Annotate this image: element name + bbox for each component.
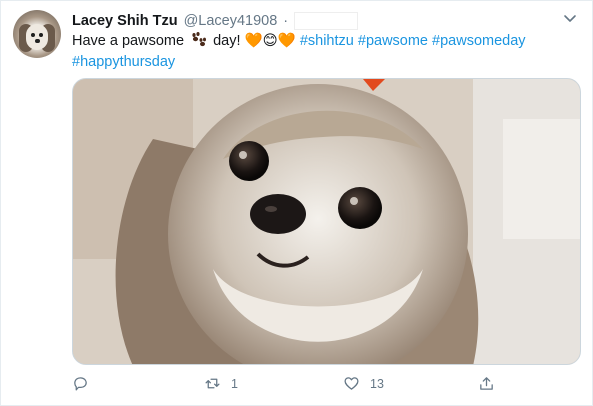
retweet-icon (205, 378, 220, 389)
orange-heart-emoji: 🧡 (244, 33, 263, 49)
hashtag-pawsomeday[interactable]: #pawsomeday (432, 33, 526, 49)
separator: · (283, 13, 289, 29)
tweet-text: Have a pawsome day! 🧡😊🧡 #shihtzu #pawsom… (72, 31, 572, 73)
like-count: 13 (370, 376, 384, 391)
hashtag-happythursday[interactable]: #happythursday (72, 54, 175, 70)
share-icon (480, 377, 493, 390)
author-handle[interactable]: @Lacey41908 (184, 13, 278, 29)
tweet-actions: 1 13 (72, 375, 512, 395)
tweet-card[interactable]: Lacey Shih Tzu @Lacey41908 · Have a paws… (0, 0, 593, 406)
timestamp-redacted (294, 12, 359, 30)
shih-tzu-photo (73, 79, 580, 364)
tweet-photo[interactable] (72, 78, 581, 365)
orange-heart-emoji: 🧡 (277, 33, 296, 49)
like-button[interactable]: 13 (343, 375, 384, 392)
retweet-button[interactable]: 1 (204, 375, 238, 392)
hashtag-pawsome[interactable]: #pawsome (358, 33, 428, 49)
reply-button[interactable] (72, 375, 99, 392)
paw-prints-icon (192, 32, 207, 47)
hashtag-shihtzu[interactable]: #shihtzu (300, 33, 354, 49)
heart-icon (344, 377, 359, 390)
chevron-down-icon[interactable] (562, 10, 578, 26)
retweet-count: 1 (231, 376, 238, 391)
avatar[interactable] (13, 10, 61, 58)
tweet-header: Lacey Shih Tzu @Lacey41908 · (72, 11, 359, 31)
reply-icon (74, 377, 87, 391)
smiling-emoji: 😊 (262, 33, 278, 49)
tweet-text-day: day! (213, 33, 241, 49)
tweet-text-prefix: Have a pawsome (72, 33, 185, 49)
author-name[interactable]: Lacey Shih Tzu (72, 13, 178, 29)
share-button[interactable] (478, 375, 495, 392)
